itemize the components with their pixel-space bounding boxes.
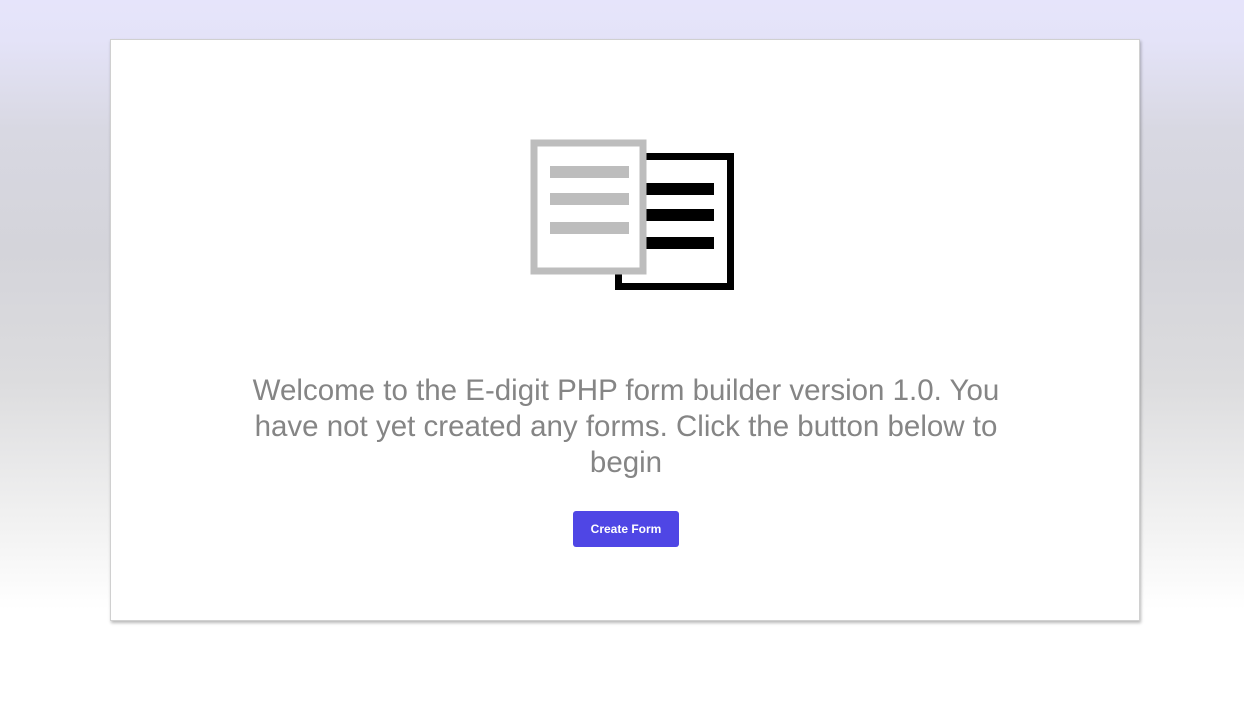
front-document (530, 139, 647, 275)
welcome-message: Welcome to the E-digit PHP form builder … (252, 374, 1000, 479)
documents-icon (530, 139, 734, 290)
create-form-button[interactable]: Create Form (573, 511, 679, 547)
empty-state-card: Welcome to the E-digit PHP form builder … (110, 39, 1140, 621)
